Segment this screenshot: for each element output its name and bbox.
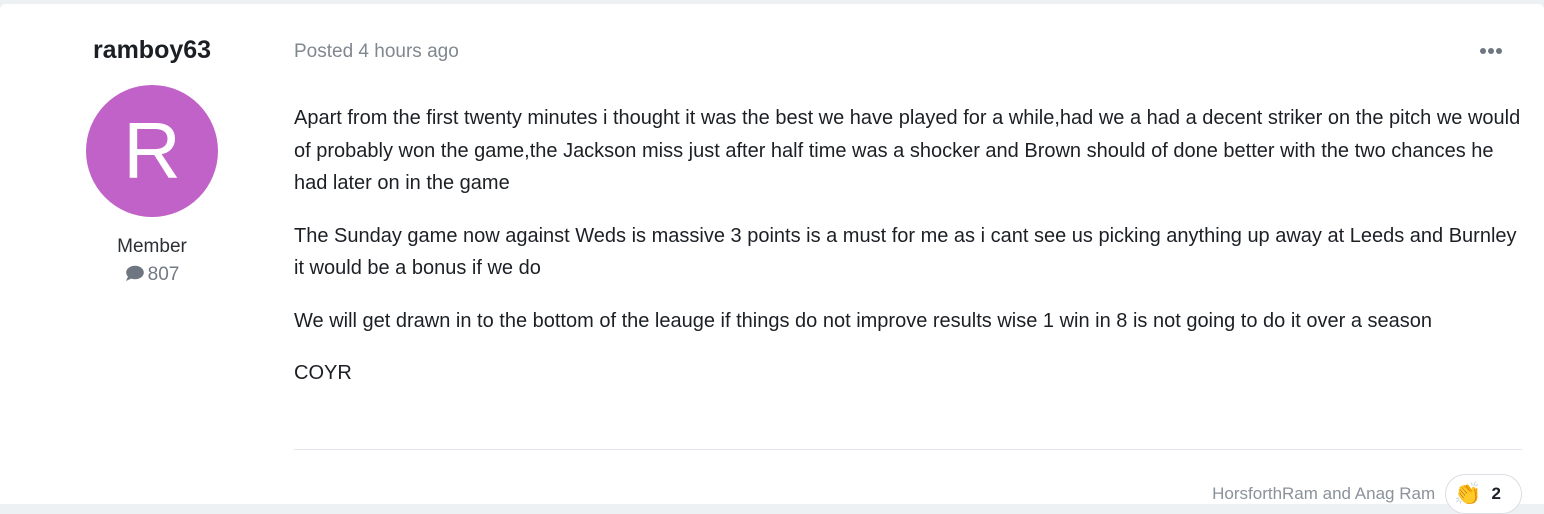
comment-icon — [125, 265, 144, 289]
more-options-button[interactable] — [1476, 38, 1508, 62]
post-paragraph: We will get drawn in to the bottom of th… — [294, 309, 1433, 332]
ellipsis-dot — [1488, 48, 1494, 54]
clapping-hands-icon: 👏 — [1454, 481, 1482, 506]
author-username[interactable]: ramboy63 — [52, 34, 252, 66]
reactions-bar: HorsforthRam and Anag Ram 👏 2 — [1212, 474, 1522, 514]
forum-post: ramboy63 R Member 807 Posted 4 hours ago… — [0, 4, 1544, 514]
reacted-by-text[interactable]: HorsforthRam and Anag Ram — [1212, 474, 1435, 514]
reaction-count: 2 — [1491, 484, 1501, 503]
post-count-value: 807 — [147, 264, 180, 285]
post-content: Apart from the first twenty minutes i th… — [294, 102, 1522, 410]
post-paragraph: COYR — [294, 362, 352, 384]
avatar[interactable]: R — [86, 85, 218, 217]
member-title: Member — [117, 236, 187, 257]
post-paragraph: Apart from the first twenty minutes i th… — [294, 107, 1521, 194]
ellipsis-dot — [1496, 48, 1502, 54]
reaction-button[interactable]: 👏 2 — [1445, 474, 1522, 514]
post-divider — [294, 449, 1522, 450]
avatar-letter: R — [123, 106, 181, 195]
post-date[interactable]: Posted 4 hours ago — [294, 40, 459, 64]
ellipsis-icon — [1480, 48, 1486, 54]
post-count: 807 — [52, 263, 252, 289]
post-paragraph: The Sunday game now against Weds is mass… — [294, 224, 1517, 280]
